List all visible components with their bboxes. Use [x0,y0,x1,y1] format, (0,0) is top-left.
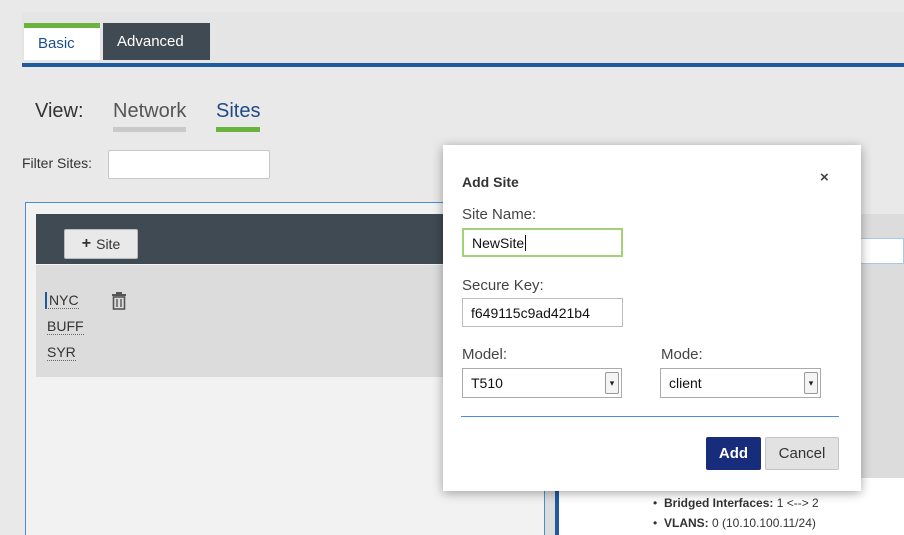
site-name-value: NewSite [472,234,525,251]
mode-label: Mode: [661,346,703,363]
bridged-interfaces-item: Bridged Interfaces: 1 <--> 2 [653,496,819,510]
secure-key-input[interactable]: f649115c9ad421b4 [462,298,623,327]
secure-key-value: f649115c9ad421b4 [471,304,590,321]
bridged-interfaces-value: 1 <--> 2 [773,496,819,510]
vlans-label: VLANS: [664,516,709,530]
filter-sites-label: Filter Sites: [22,155,93,171]
plus-icon: + [81,235,92,252]
add-site-button[interactable]: + Site [64,229,138,259]
model-select[interactable]: T510 ▾ [462,368,622,398]
secure-key-label: Secure Key: [462,277,544,294]
dialog-title: Add Site [462,174,519,190]
cancel-button[interactable]: Cancel [765,437,839,470]
mode-value: client [669,375,702,391]
chevron-down-icon: ▾ [804,372,818,394]
site-name-label: Site Name: [462,206,537,223]
trash-icon[interactable] [112,292,126,310]
view-sites-option[interactable]: Sites [216,100,261,132]
tab-basic[interactable]: Basic [24,23,100,60]
chevron-down-icon: ▾ [605,372,619,394]
filter-sites-input[interactable] [108,150,270,179]
site-name-input[interactable]: NewSite [462,228,623,257]
site-item-buff[interactable]: BUFF [47,318,84,335]
bridged-interfaces-label: Bridged Interfaces: [664,496,774,510]
tab-advanced[interactable]: Advanced [103,23,210,60]
view-network-option[interactable]: Network [113,100,187,132]
vlans-item: VLANS: 0 (10.10.100.11/24) [653,516,816,530]
details-input-row [855,238,904,264]
model-label: Model: [462,346,508,363]
site-item-syr[interactable]: SYR [47,344,76,361]
add-button[interactable]: Add [706,437,761,470]
site-item-nyc[interactable]: NYC [45,292,79,309]
add-site-label: Site [96,236,121,252]
mode-select[interactable]: client ▾ [660,368,821,398]
dialog-separator [461,416,839,417]
site-list [36,265,456,377]
text-cursor [525,234,527,251]
close-icon[interactable]: × [820,169,829,186]
view-label: View: [35,100,84,122]
vlans-value: 0 (10.10.100.11/24) [708,516,816,530]
tab-bar: Basic Advanced [22,12,904,67]
model-value: T510 [471,375,503,391]
